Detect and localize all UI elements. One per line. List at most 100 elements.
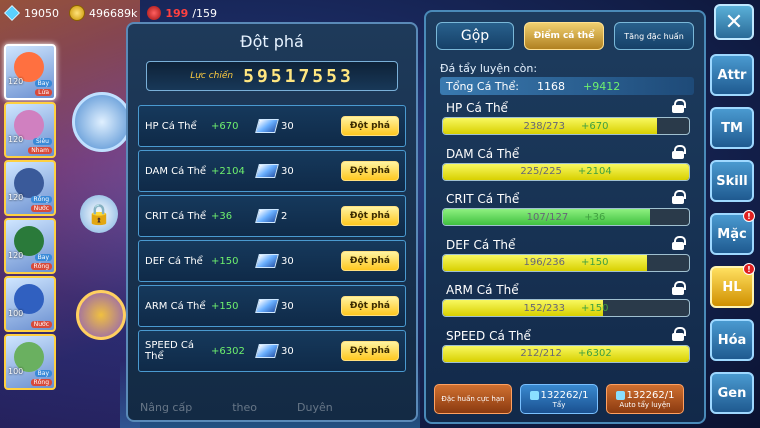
stone-icon xyxy=(255,254,279,268)
stone-icon xyxy=(255,164,279,178)
breakthrough-button[interactable]: Đột phá xyxy=(340,296,399,316)
remaining-stones-label: Đá tẩy luyện còn: xyxy=(440,62,538,75)
tab-merge[interactable]: Gộp xyxy=(436,22,515,50)
pet-slot[interactable]: 120 Bay Lửa xyxy=(4,44,56,100)
stat-plus: +36 xyxy=(584,211,606,223)
stamina-stat: 199/159 xyxy=(147,6,217,20)
stat-name: DAM Cá Thể xyxy=(145,165,207,177)
lock-icon[interactable]: 🔒 xyxy=(80,195,118,233)
stat-current: 212/212 xyxy=(520,348,562,359)
tab-upgrade[interactable]: Nâng cấp xyxy=(140,401,192,414)
breakthrough-row: DAM Cá Thể +2104 30 Đột phá xyxy=(138,150,406,192)
breakthrough-button[interactable]: Đột phá xyxy=(340,161,399,181)
lock-icon[interactable] xyxy=(672,190,686,204)
tab-bond[interactable]: Duyên xyxy=(297,401,333,414)
side-menu-label: HL xyxy=(722,279,742,295)
stat-row: DEF Cá Thể 196/236 +150 xyxy=(440,235,692,282)
coin-icon xyxy=(69,5,85,21)
pet-companion-portrait[interactable] xyxy=(76,290,126,340)
stat-plus: +2104 xyxy=(577,166,612,177)
pet-level: 120 xyxy=(8,77,24,86)
pet-companion-portrait[interactable] xyxy=(72,92,132,152)
tab-follow[interactable]: theo xyxy=(232,401,257,414)
side-menu-mặc[interactable]: Mặc! xyxy=(710,210,755,255)
pet-type-tag: Bay xyxy=(34,80,52,87)
stat-bonus: +6302 xyxy=(211,345,245,357)
panel-title: Đột phá xyxy=(240,32,304,51)
pet-level: 100 xyxy=(8,309,24,318)
stat-bar-text: 212/212 +6302 xyxy=(443,346,689,362)
breakthrough-row: SPEED Cá Thể +6302 30 Đột phá xyxy=(138,330,406,372)
side-menu-gen[interactable]: Gen xyxy=(710,372,754,414)
special-training-button[interactable]: Đặc huấn cực hạn xyxy=(434,384,512,414)
side-menu-tm[interactable]: TM xyxy=(710,107,754,149)
breakthrough-button[interactable]: Đột phá xyxy=(340,341,399,361)
pet-slot[interactable]: 120 Bay Rồng xyxy=(4,218,56,274)
pet-type-tag: Lửa xyxy=(35,89,52,96)
gold-value: 496689k xyxy=(89,6,138,20)
side-menu-skill[interactable]: Skill xyxy=(710,160,754,202)
stat-plus: +670 xyxy=(581,120,609,132)
pet-slot[interactable]: 120 Rồng Nước xyxy=(4,160,56,216)
lock-icon[interactable] xyxy=(672,144,686,159)
stat-bar-text: 238/273 +670 xyxy=(443,118,689,134)
stone-icon xyxy=(255,209,279,223)
pet-type-tag: Rồng xyxy=(30,379,52,386)
lock-icon[interactable] xyxy=(672,99,686,113)
stat-bar: 152/233 +150 xyxy=(442,299,690,317)
side-menu-label: Gen xyxy=(717,385,747,401)
stat-name: CRIT Cá Thể xyxy=(446,192,520,206)
stat-list: HP Cá Thể 238/273 +670 DAM Cá Thể 225/225 +21… xyxy=(440,99,692,372)
wash-count: 132262/1 xyxy=(529,390,588,401)
stat-bar-text: 152/233 +150 xyxy=(443,300,689,316)
stat-bar-text: 196/236 +150 xyxy=(443,255,689,271)
pet-type-tag: Rồng xyxy=(30,196,52,203)
stone-icon xyxy=(255,119,279,133)
pet-slot[interactable]: 120 Siêu Nham xyxy=(4,102,56,158)
tab-special-training[interactable]: Tăng đặc huấn xyxy=(614,22,694,50)
alert-badge: ! xyxy=(743,210,755,222)
pet-type-tag: Bay xyxy=(34,370,52,377)
side-menu-hóa[interactable]: Hóa xyxy=(710,319,754,361)
stat-name: DEF Cá Thể xyxy=(446,237,516,252)
stat-bonus: +670 xyxy=(211,120,239,132)
side-menu-hl[interactable]: HL! xyxy=(710,263,755,308)
tab-individual-points[interactable]: Điểm cá thể xyxy=(524,22,605,50)
lock-icon[interactable] xyxy=(672,326,686,341)
total-label: Tổng Cá Thể: xyxy=(446,79,519,93)
breakthrough-row: ARM Cá Thể +150 30 Đột phá xyxy=(138,285,406,327)
pet-roster: 120 Bay Lửa 120 Siêu Nham 120 Rồng Nước 120 Bay… xyxy=(4,44,56,392)
stat-bar: 107/127 +36 xyxy=(442,208,690,226)
auto-wash-button[interactable]: 132262/1 Auto tẩy luyện xyxy=(606,384,684,414)
breakthrough-button[interactable]: Đột phá xyxy=(340,251,399,271)
stat-plus: +150 xyxy=(581,302,609,314)
stat-name: ARM Cá Thể xyxy=(145,300,206,312)
wash-button[interactable]: 132262/1 Tẩy xyxy=(520,384,598,414)
stat-row: DAM Cá Thể 225/225 +2104 xyxy=(440,144,692,191)
stat-name: SPEED Cá Thể xyxy=(145,340,195,362)
breakthrough-row: CRIT Cá Thể +36 2 Đột phá xyxy=(138,195,406,237)
breakthrough-button[interactable]: Đột phá xyxy=(340,116,399,136)
pet-type-tag: Siêu xyxy=(33,138,52,145)
side-menu-label: Hóa xyxy=(717,332,747,348)
close-button[interactable]: ✕ xyxy=(714,4,754,40)
lock-icon[interactable] xyxy=(672,281,686,295)
stone-cost: 30 xyxy=(281,255,294,267)
pet-slot[interactable]: 100 Nước xyxy=(4,276,56,332)
stone-icon xyxy=(255,344,279,358)
stat-name: HP Cá Thể xyxy=(145,120,197,132)
stat-bonus: +36 xyxy=(211,210,233,222)
pet-level: 120 xyxy=(8,135,24,144)
breakthrough-button[interactable]: Đột phá xyxy=(340,206,399,226)
lock-icon[interactable] xyxy=(672,235,686,250)
pet-type-tag: Nước xyxy=(30,321,52,328)
stat-name: SPEED Cá Thể xyxy=(446,328,531,343)
stone-cost: 30 xyxy=(281,120,294,132)
stat-bar: 225/225 +2104 xyxy=(442,162,690,181)
stat-row: CRIT Cá Thể 107/127 +36 xyxy=(440,190,692,236)
stone-cost: 30 xyxy=(281,345,294,357)
pet-slot[interactable]: 100 Bay Rồng xyxy=(4,334,56,390)
side-menu-attr[interactable]: Attr xyxy=(710,54,754,96)
stat-current: 196/236 xyxy=(523,257,566,268)
power-box: Lực chiến 59517553 xyxy=(146,61,398,91)
